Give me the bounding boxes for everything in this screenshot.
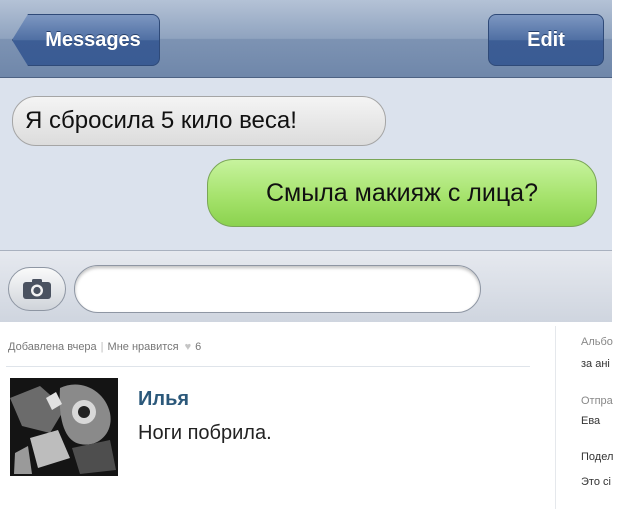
incoming-message-text: Я сбросила 5 кило веса! xyxy=(25,107,297,134)
this-label: Это сі xyxy=(581,476,611,488)
heart-icon[interactable]: ♥ xyxy=(185,341,192,353)
album-label: Альбо xyxy=(581,336,613,348)
edit-button-label: Edit xyxy=(527,28,565,51)
meta-separator: | xyxy=(100,341,104,353)
avatar-image xyxy=(10,378,118,476)
album-name-link[interactable]: за ані xyxy=(581,358,620,370)
incoming-message-bubble: Я сбросила 5 кило веса! xyxy=(12,96,386,146)
message-thread: Я сбросила 5 кило веса! Смыла макияж с л… xyxy=(0,78,612,250)
avatar[interactable] xyxy=(10,378,118,476)
added-date: Добавлена вчера xyxy=(8,341,97,353)
comment-text: Ноги побрила. xyxy=(138,422,272,444)
camera-icon xyxy=(23,279,51,299)
outgoing-message-text: Смыла макияж с лица? xyxy=(266,178,538,207)
share-link[interactable]: Подел xyxy=(581,451,620,463)
like-link[interactable]: Мне нравится xyxy=(108,341,179,353)
camera-button[interactable] xyxy=(8,267,66,311)
back-to-messages-button[interactable]: Messages xyxy=(12,14,160,66)
like-count: 6 xyxy=(195,341,202,353)
sender-link[interactable]: Ева xyxy=(581,415,620,427)
compose-bar xyxy=(0,250,612,322)
post-meta: Добавлена вчера | Мне нравится ♥ 6 xyxy=(8,341,201,353)
comment-author[interactable]: Илья xyxy=(138,388,189,411)
divider xyxy=(6,366,530,367)
sent-label: Отпра xyxy=(581,395,613,407)
message-input[interactable] xyxy=(74,265,481,313)
navigation-bar: Messages Edit xyxy=(0,0,612,78)
imessage-screenshot: Messages Edit Я сбросила 5 кило веса! См… xyxy=(0,0,612,322)
column-divider xyxy=(555,326,556,509)
outgoing-message-bubble: Смыла макияж с лица? xyxy=(207,159,597,227)
edit-button[interactable]: Edit xyxy=(488,14,604,66)
back-button-label: Messages xyxy=(45,28,141,51)
